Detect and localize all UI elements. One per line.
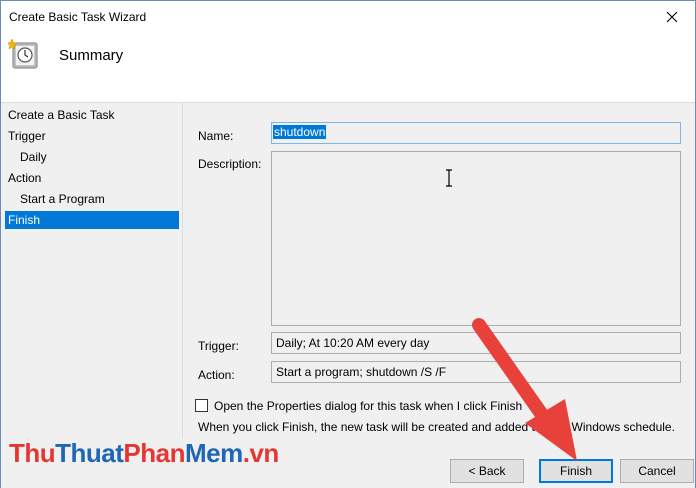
cancel-button[interactable]: Cancel xyxy=(620,459,694,483)
close-icon xyxy=(666,11,678,22)
name-field[interactable]: shutdown xyxy=(271,122,681,144)
description-field[interactable] xyxy=(271,151,681,326)
nav-item-trigger[interactable]: Trigger xyxy=(5,127,179,145)
nav-item-finish[interactable]: Finish xyxy=(5,211,179,229)
close-button[interactable] xyxy=(649,1,695,32)
description-label: Description: xyxy=(198,157,262,171)
text-cursor-icon xyxy=(446,169,452,187)
page-title: Summary xyxy=(59,47,124,64)
annotation-arrow-icon xyxy=(472,318,577,461)
nav-item-daily[interactable]: Daily xyxy=(5,148,179,166)
info-text: When you click Finish, the new task will… xyxy=(198,420,675,434)
action-label: Action: xyxy=(198,368,235,382)
nav-item-create-basic-task[interactable]: Create a Basic Task xyxy=(5,106,179,124)
wizard-window: Create Basic Task Wizard Summary Create … xyxy=(0,0,696,488)
trigger-label: Trigger: xyxy=(198,339,239,353)
nav-item-start-program[interactable]: Start a Program xyxy=(5,190,179,208)
name-label: Name: xyxy=(198,129,234,143)
name-value: shutdown xyxy=(273,125,327,139)
wizard-header: Summary xyxy=(1,32,695,103)
title-bar: Create Basic Task Wizard xyxy=(1,1,695,32)
task-scheduler-icon xyxy=(6,38,40,70)
wizard-steps-nav: Create a Basic Task Trigger Daily Action… xyxy=(1,103,183,438)
open-properties-checkbox[interactable] xyxy=(195,399,208,412)
watermark-logo: ThuThuatPhanMem.vn xyxy=(9,438,279,468)
nav-item-action[interactable]: Action xyxy=(5,169,179,187)
window-title: Create Basic Task Wizard xyxy=(9,10,147,24)
